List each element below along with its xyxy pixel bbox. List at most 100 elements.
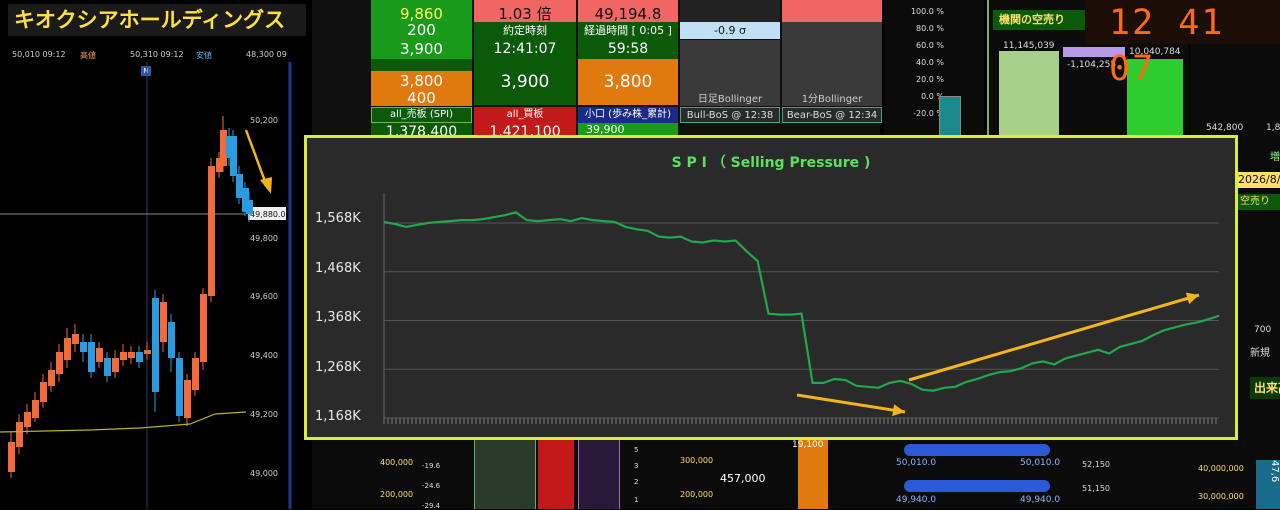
trade-time-label: 約定時刻 [474,22,576,39]
stock-title: キオクシアホールディングス [8,4,306,36]
candle-body [152,298,159,392]
candle-body [192,358,199,390]
bottom-purple-col [578,440,620,509]
bottom-small-tick-4: 1 [634,496,639,504]
high-label: 高値 [80,51,96,60]
left-y-tick: 49,200 [250,410,278,419]
candle-chart-svg: 50,200 49,880.0 49,800 49,600 49,400 49,200 49… [0,62,292,509]
trade-time-value: 12:41:07 [474,39,576,59]
sell-board-label: all_売板 (SPI) [371,107,472,123]
bottom-green-col [474,440,536,509]
left-y-tick: 49,880.0 [250,210,286,219]
candle-body [104,358,111,376]
bottom-axis-1: 400,000 [380,458,414,467]
spi-line-chart [383,193,1220,424]
percent-tick: 60.0 % [916,41,944,50]
buy-board-label: all_買板 [474,107,576,123]
left-y-tick: 49,400 [250,351,278,360]
left-y-tick: 50,200 [250,116,278,125]
small-lot-label: 小口 (歩み株_累計) [578,107,678,123]
candle-body [128,352,135,358]
bottom-blue-label-3: 49,940.0 [896,495,937,505]
board-red-head [782,0,882,22]
right-new-label: 新規 [1250,348,1270,359]
candle-body [176,358,183,416]
bottom-blue-label-4: 49,940.0 [1020,495,1061,505]
bid-price-cell-2: 3,800 [578,59,678,105]
board-sigma-head [680,0,780,22]
left-y-tick: 49,600 [250,292,278,301]
left-y-tick: 49,800 [250,234,278,243]
bottom-blue-bar-top [904,444,1050,456]
board-vwap-cell: 49,194.8 [578,0,678,22]
bottom-value-2: 19,100 [792,440,824,450]
candle-body [208,166,215,296]
bottom-far-axis-1: 40,000,000 [1198,464,1244,473]
percent-tick: 40.0 % [916,58,944,67]
candle-body [24,412,31,427]
board-volume-cell: 9,860 [371,0,472,22]
candle-body [168,322,175,358]
bid-price-cell: 3,800 [371,71,472,91]
percent-tick: 80.0 % [916,24,944,33]
bottom-mini-1: -19.6 [422,462,441,470]
bottom-small-tick-3: 2 [634,478,639,486]
right-date: 2026/8/ [1236,172,1280,188]
candle-body [136,352,143,362]
bottom-strip: 400,000 200,000 -19.6 -24.6 -29.4 5 3 2 … [312,440,1280,510]
candle-body [120,352,127,360]
right-label-increase: 増 [1270,152,1280,163]
bottom-right-axis-1: 52,150 [1082,460,1110,469]
bottom-small-tick-1: 5 [634,446,639,454]
right-val-700: 700 [1254,325,1272,335]
percent-bar [939,96,961,136]
right-val-2: 1,8 [1266,123,1280,133]
short-value-1: 11,145,039 [1003,41,1055,51]
candle-body [48,370,55,386]
candle-body [88,342,95,372]
candle-body [72,334,79,344]
bottom-small-tick-2: 3 [634,462,639,470]
candle-body [56,352,63,374]
percent-tick: -20.0 % [913,109,944,118]
candle-body [230,136,237,176]
bid-qty-cell: 400 [371,91,472,106]
bottom-axis-2: 200,000 [380,490,414,499]
candle-body [80,342,87,352]
elapsed-value: 59:58 [578,39,678,59]
bottom-blue-label-2: 50,010.0 [1020,458,1061,468]
last-price-cell: 3,900 [474,59,576,105]
percent-panel: 100.0 % 80.0 % 60.0 % 40.0 % 20.0 % 0.0 % -20.… [884,0,984,140]
low-label: 安値 [196,51,212,60]
left-y-tick: 49,000 [250,469,278,478]
board-ratio-cell: 1.03 倍 [474,0,576,22]
ask-qty-cell: 200 [371,22,472,39]
candle-body [8,442,15,472]
bottom-blue-label-1: 50,010.0 [896,458,937,468]
right-val-1: 542,800 [1206,123,1244,133]
short-bar-1 [999,51,1059,140]
candle-body [160,302,167,342]
candle-body [246,200,253,214]
annotation-down-arrow [796,393,906,417]
spi-chart-panel: S P I （ Selling Pressure ) 1,568K 1,468K… [304,135,1238,440]
bottom-blue-bar-bottom [904,480,1050,492]
bottom-mid-axis-1: 300,000 [680,456,714,465]
candle-body [184,380,191,418]
candle-body [16,422,23,447]
elapsed-label: 経過時間 [ 0:05 ] [578,22,678,39]
bottom-volume-value: 457,000 [720,472,766,485]
candle-body [96,348,103,362]
candle-body [220,130,227,166]
percent-tick: 0.0 % [921,92,944,101]
spi-series-line [383,211,1220,392]
right-volume-label: 出来高 [1250,377,1280,399]
bottom-mini-2: -24.6 [422,482,441,490]
bear-bos-label: Bear-BoS @ 12:34 [782,107,882,123]
bull-bos-label: Bull-BoS @ 12:38 [680,107,780,123]
candle-body [200,294,207,362]
bollinger-minute-label: 1分Bollinger [801,94,863,105]
board-green-spacer [371,59,472,71]
bottom-far-value: 47,6 [1256,460,1280,509]
annotation-up-arrow [908,292,1200,382]
